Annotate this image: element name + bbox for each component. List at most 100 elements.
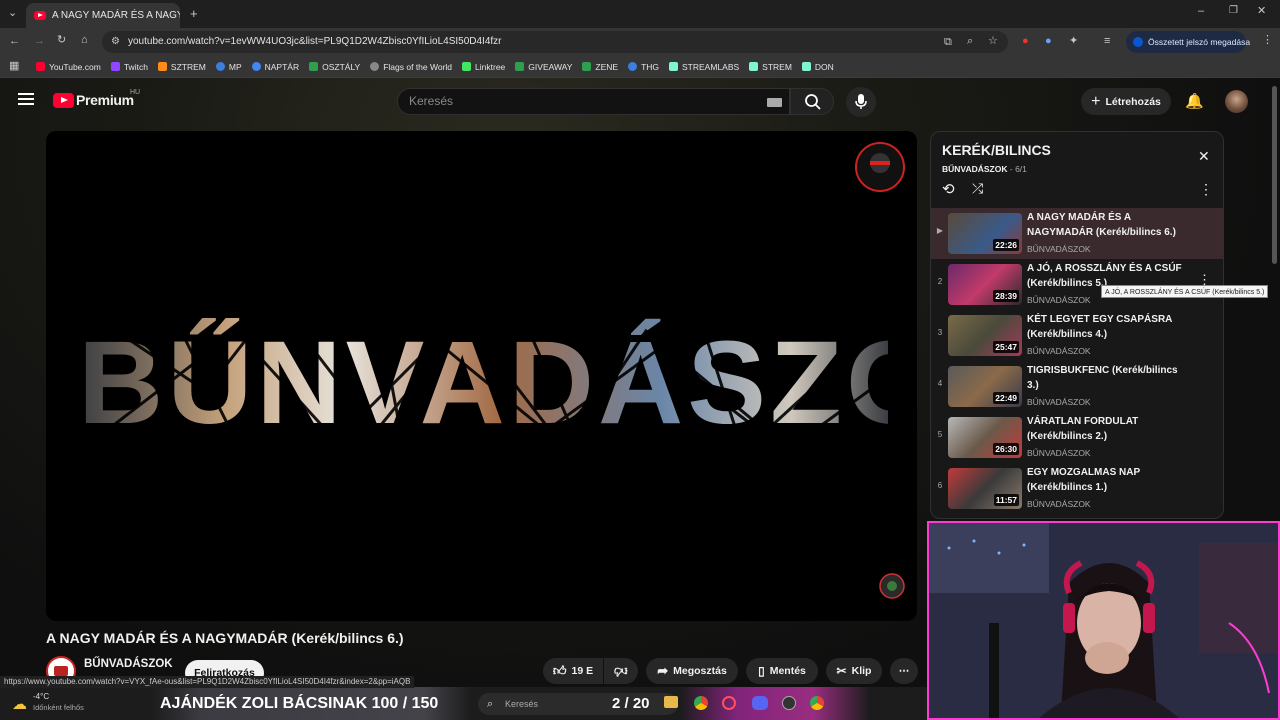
shuffle-icon[interactable]: ⤮ (972, 180, 983, 197)
save-button[interactable]: ▯ Mentés (746, 658, 818, 684)
thumbs-down-icon: 👍︎ (614, 664, 628, 679)
playlist-item-thumbnail: 26:30 (948, 417, 1022, 458)
more-icon: ⋯ (898, 665, 910, 677)
avatar[interactable] (1225, 90, 1248, 113)
thumbs-up-icon: 👍︎ (552, 663, 567, 678)
clip-button[interactable]: ✂ Klip (826, 658, 882, 684)
playlist-item-duration: 26:30 (993, 443, 1019, 455)
home-icon[interactable]: ⌂ (81, 35, 88, 46)
bookmark-streamlabs[interactable]: STREAMLABS (669, 62, 739, 72)
file-explorer-taskbar-icon[interactable] (664, 696, 678, 708)
bookmarks-bar: ▦ YouTube.com Twitch SZTREM MP NAPTÁR OS… (0, 56, 1280, 78)
voice-search-button[interactable] (846, 87, 876, 117)
install-icon[interactable]: ⧉ (944, 37, 952, 48)
extension-1-icon[interactable]: ● (1022, 36, 1029, 47)
bookmark-label: MP (228, 61, 242, 72)
bookmark-strem[interactable]: STREM (749, 62, 792, 72)
linktree-icon (462, 62, 472, 71)
channel-name[interactable]: BŰNVADÁSZOK (84, 658, 173, 670)
microphone-icon (855, 94, 867, 109)
like-button[interactable]: 👍︎ 19 E (543, 658, 603, 684)
playlist-item-thumbnail: 25:47 (948, 315, 1022, 356)
playlist-item-duration: 22:26 (993, 239, 1019, 251)
playlist-item-index: 3 (937, 328, 943, 337)
search-button[interactable] (790, 88, 834, 115)
discord-taskbar-icon[interactable] (752, 696, 768, 710)
bookmark-label: SZTREM (170, 61, 206, 72)
hover-tooltip: A JÓ, A ROSSZLÁNY ÉS A CSÚF (Kerék/bilin… (1101, 285, 1269, 298)
webcam-overlay (927, 521, 1280, 720)
new-tab-icon[interactable]: + (190, 7, 198, 20)
dislike-button[interactable]: 👍︎ (604, 658, 638, 684)
obs-taskbar-icon[interactable] (782, 696, 796, 710)
forward-icon[interactable]: → (34, 36, 45, 47)
more-actions-button[interactable]: ⋯ (890, 658, 918, 684)
bookmark-flags[interactable]: Flags of the World (370, 62, 452, 72)
zoom-icon[interactable]: ⌕ (967, 36, 973, 47)
streamlabs-icon (749, 62, 759, 71)
site-info-icon[interactable]: ⚙ (111, 37, 120, 47)
playlist-item[interactable]: 4 22:49 TIGRISBUKFENC (Kerék/bilincs 3.)… (931, 361, 1223, 412)
mp-icon (215, 62, 225, 71)
bookmark-zene[interactable]: ZENE (582, 62, 618, 72)
page-scrollbar[interactable] (1272, 86, 1277, 264)
extensions-icon[interactable]: ✦ (1069, 36, 1078, 47)
loop-icon[interactable]: ⟲ (942, 180, 955, 198)
bookmark-twitch[interactable]: Twitch (110, 62, 148, 72)
notifications-bell-icon[interactable]: 🔔 (1185, 92, 1204, 110)
playlist-item-duration: 11:57 (993, 494, 1019, 506)
bookmark-linktree[interactable]: Linktree (462, 62, 505, 72)
share-label: Megosztás (673, 665, 727, 677)
bookmark-giveaway[interactable]: GIVEAWAY (515, 62, 572, 72)
bookmark-star-icon[interactable]: ☆ (988, 36, 998, 47)
playlist-item[interactable]: 5 26:30 VÁRATLAN FORDULAT (Kerék/bilincs… (931, 412, 1223, 463)
playlist-item-thumbnail: 28:39 (948, 264, 1022, 305)
keyboard-icon[interactable] (767, 98, 782, 107)
browser-tab[interactable]: A NAGY MADÁR ÉS A NAGYMADÁR ✕ (26, 3, 180, 28)
play-glyph-icon (61, 97, 68, 103)
window-close-icon[interactable]: ✕ (1257, 6, 1266, 17)
bookmark-don[interactable]: DON (801, 61, 834, 72)
browser-toolbar: ← → ↻ ⌂ ⚙ youtube.com/watch?v=1evWW4UO3j… (0, 28, 1280, 56)
globe-icon (370, 62, 380, 71)
sztrem-icon (157, 62, 167, 71)
restore-icon[interactable]: ❐ (1229, 6, 1238, 16)
search-input[interactable]: Keresés (397, 88, 790, 115)
password-suggest-button[interactable]: Összetett jelszó megadása (1126, 31, 1250, 53)
playlist-item[interactable]: ▶ 22:26 A NAGY MADÁR ÉS A NAGYMADÁR (Ker… (931, 208, 1223, 259)
extension-2-icon[interactable]: ● (1045, 36, 1052, 47)
bookmark-label: DON (814, 61, 834, 72)
chrome-2-taskbar-icon[interactable] (810, 696, 824, 710)
weather-icon[interactable]: ☁ (12, 695, 27, 713)
chrome-taskbar-icon[interactable] (694, 696, 708, 710)
address-bar[interactable]: ⚙ youtube.com/watch?v=1evWW4UO3jc&list=P… (102, 31, 1008, 53)
playlist-item[interactable]: 6 11:57 EGY MOZGALMAS NAP (Kerék/bilincs… (931, 463, 1223, 514)
apps-grid-icon[interactable]: ▦ (9, 61, 19, 72)
playlist-item-index: ▶ (936, 226, 944, 235)
playlist-menu-icon[interactable]: ⋮ (1199, 181, 1213, 198)
bookmark-sztrem[interactable]: SZTREM (157, 61, 206, 72)
bookmark-thg[interactable]: THG (628, 62, 659, 72)
sheets-icon (515, 62, 525, 71)
playlist-channel[interactable]: BŰNVADÁSZOK (942, 164, 1007, 174)
bookmark-naptar[interactable]: NAPTÁR (251, 62, 299, 72)
bookmark-youtube[interactable]: YouTube.com (36, 62, 101, 72)
close-playlist-icon[interactable]: ✕ (1198, 148, 1210, 165)
bookmark-mp[interactable]: MP (215, 61, 242, 72)
hamburger-menu-icon[interactable] (18, 93, 34, 105)
create-button[interactable]: + Létrehozás (1081, 88, 1171, 115)
tab-search-icon[interactable]: ⌄ (8, 8, 17, 19)
opera-taskbar-icon[interactable] (722, 696, 736, 710)
reading-list-icon[interactable]: ≡ (1104, 36, 1110, 47)
playlist-item[interactable]: 3 25:47 KÉT LEGYET EGY CSAPÁSRA (Kerék/b… (931, 310, 1223, 361)
reload-icon[interactable]: ↻ (57, 35, 66, 46)
share-button[interactable]: ➦ Megosztás (646, 658, 738, 684)
bookmark-osztaly[interactable]: OSZTÁLY (309, 62, 360, 72)
browser-menu-icon[interactable]: ⋮ (1262, 35, 1273, 46)
playlist-panel: KERÉK/BILINCS BŰNVADÁSZOK - 6/1 ✕ ⟲ ⤮ ⋮ … (930, 131, 1224, 519)
minimize-icon[interactable]: – (1198, 6, 1204, 17)
video-player[interactable]: BŰNVADÁSZOK (46, 131, 917, 621)
back-icon[interactable]: ← (9, 36, 20, 47)
playlist-title[interactable]: KERÉK/BILINCS (942, 142, 1051, 158)
youtube-bookmark-icon (36, 62, 45, 71)
